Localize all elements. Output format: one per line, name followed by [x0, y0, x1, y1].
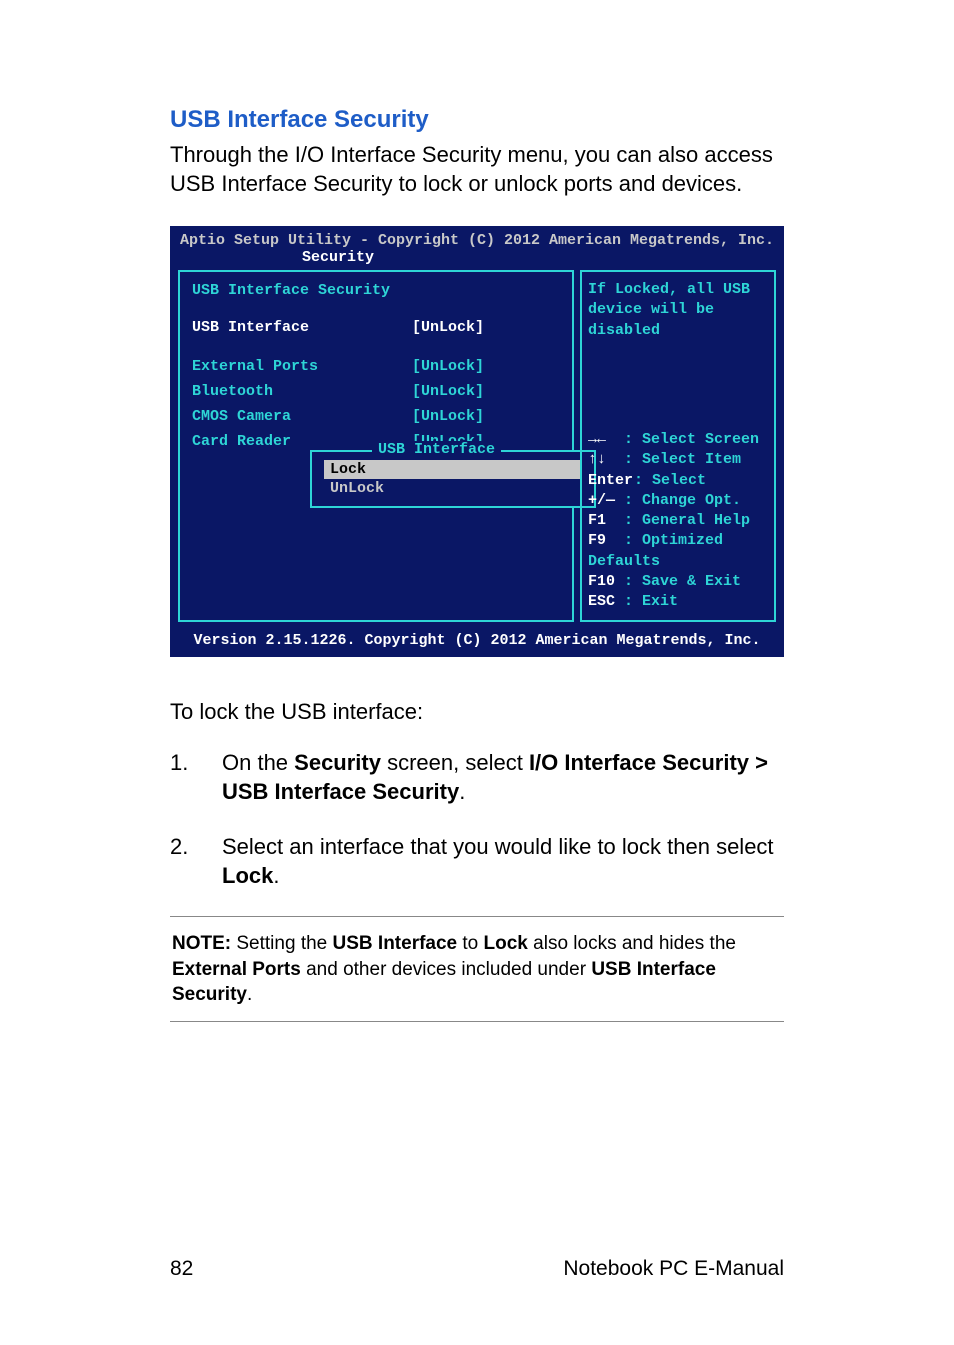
bios-row-label: Bluetooth	[192, 383, 412, 400]
note-text: also locks and hides the	[528, 933, 736, 954]
intro-paragraph: Through the I/O Interface Security menu,…	[170, 140, 784, 198]
bios-popup-item-unlock: UnLock	[324, 479, 582, 498]
bios-row-external-ports: External Ports [UnLock]	[192, 358, 560, 375]
step-text: On the	[222, 750, 294, 775]
note-bold: External Ports	[172, 959, 301, 980]
bios-nav-help: →←: Select Screen ↑↓: Select Item Enter:…	[588, 430, 768, 612]
page-number: 82	[170, 1257, 193, 1281]
note-bold: Lock	[484, 933, 528, 954]
bios-tab-row: Security	[172, 249, 782, 270]
nav-key: F10	[588, 572, 624, 592]
bios-row-label: CMOS Camera	[192, 408, 412, 425]
lock-intro: To lock the USB interface:	[170, 697, 784, 726]
nav-desc: : General Help	[624, 512, 750, 529]
nav-desc: : Save & Exit	[624, 573, 741, 590]
page-footer: 82 Notebook PC E-Manual	[170, 1257, 784, 1281]
step-bold: Lock	[222, 863, 273, 888]
bios-popup-item-lock: Lock	[324, 460, 582, 479]
bios-section-heading: USB Interface Security	[192, 282, 560, 299]
bios-row-value: [UnLock]	[412, 408, 484, 425]
nav-key: Enter	[588, 471, 634, 491]
section-heading: USB Interface Security	[170, 106, 784, 134]
nav-key: ↑↓	[588, 450, 624, 470]
bios-popup: USB Interface Lock UnLock	[310, 450, 596, 508]
steps-list: 1. On the Security screen, select I/O In…	[170, 748, 784, 890]
nav-desc: : Exit	[624, 593, 678, 610]
bios-footer: Version 2.15.1226. Copyright (C) 2012 Am…	[172, 628, 782, 655]
doc-title: Notebook PC E-Manual	[563, 1257, 784, 1281]
note-label: NOTE:	[172, 933, 231, 954]
nav-desc: : Select	[634, 472, 706, 489]
nav-desc: : Change Opt.	[624, 492, 741, 509]
step-number: 1.	[170, 748, 222, 806]
bios-screenshot: Aptio Setup Utility - Copyright (C) 2012…	[170, 226, 784, 657]
nav-key: ESC	[588, 592, 624, 612]
step-text: Select an interface that you would like …	[222, 834, 774, 859]
note-text: and other devices included under	[301, 959, 591, 980]
note-bold: USB Interface	[333, 933, 458, 954]
bios-row-usb-interface: USB Interface [UnLock]	[192, 319, 560, 336]
nav-desc: : Select Screen	[624, 431, 759, 448]
note-box: NOTE: Setting the USB Interface to Lock …	[170, 916, 784, 1021]
nav-key: F9	[588, 531, 624, 551]
step-text: .	[459, 779, 465, 804]
step-1: 1. On the Security screen, select I/O In…	[170, 748, 784, 806]
bios-right-panel: If Locked, all USB device will be disabl…	[580, 270, 776, 622]
bios-row-bluetooth: Bluetooth [UnLock]	[192, 383, 560, 400]
bios-left-panel: USB Interface Security USB Interface [Un…	[178, 270, 574, 622]
step-text: .	[273, 863, 279, 888]
nav-key: +/—	[588, 491, 624, 511]
nav-key: F1	[588, 511, 624, 531]
bios-row-value: [UnLock]	[412, 319, 484, 336]
step-number: 2.	[170, 832, 222, 890]
bios-row-label: External Ports	[192, 358, 412, 375]
step-bold: Security	[294, 750, 381, 775]
nav-desc: : Select Item	[624, 451, 741, 468]
note-text: .	[247, 984, 252, 1005]
bios-row-cmos-camera: CMOS Camera [UnLock]	[192, 408, 560, 425]
bios-row-value: [UnLock]	[412, 358, 484, 375]
bios-title: Aptio Setup Utility - Copyright (C) 2012…	[172, 228, 782, 249]
bios-row-label: USB Interface	[192, 319, 412, 336]
bios-tab-security: Security	[302, 249, 374, 266]
bios-help-text: If Locked, all USB device will be disabl…	[588, 280, 768, 430]
nav-key: →←	[588, 430, 624, 450]
step-text: screen, select	[381, 750, 529, 775]
bios-row-value: [UnLock]	[412, 383, 484, 400]
bios-popup-title: USB Interface	[372, 441, 501, 458]
note-text: to	[457, 933, 483, 954]
note-text: Setting the	[231, 933, 332, 954]
step-2: 2. Select an interface that you would li…	[170, 832, 784, 890]
